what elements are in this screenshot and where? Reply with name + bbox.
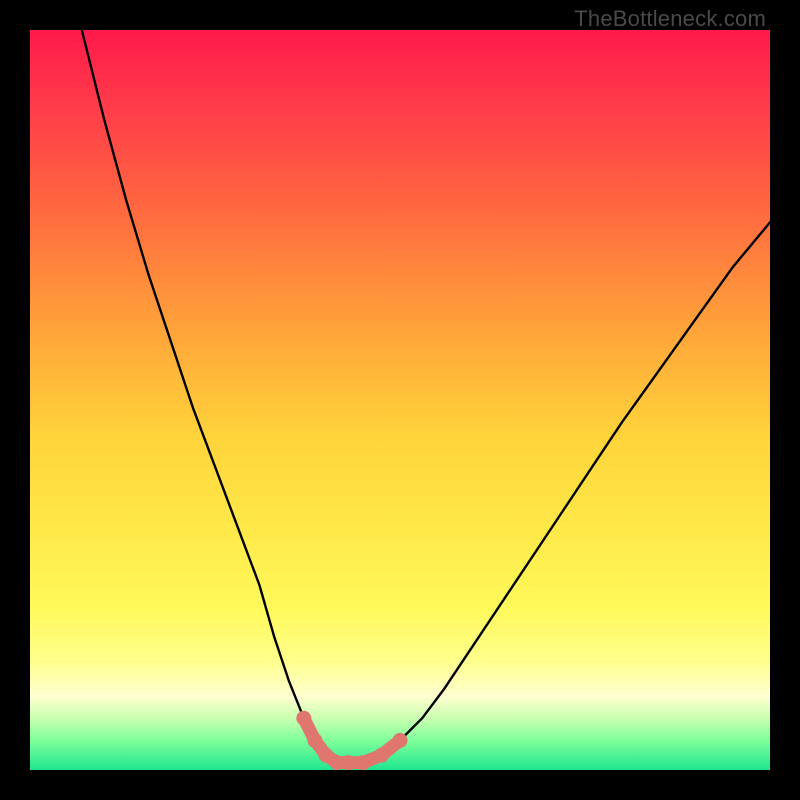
valley-marker — [374, 748, 389, 763]
chart-svg — [30, 30, 770, 770]
valley-marker — [393, 733, 408, 748]
valley-marker — [307, 733, 322, 748]
valley-marker — [296, 711, 311, 726]
valley-marker — [356, 755, 371, 770]
valley-marker — [341, 755, 356, 770]
watermark-text: TheBottleneck.com — [574, 6, 766, 32]
bottleneck-curve-line — [82, 30, 770, 763]
outer-frame: TheBottleneck.com — [0, 0, 800, 800]
